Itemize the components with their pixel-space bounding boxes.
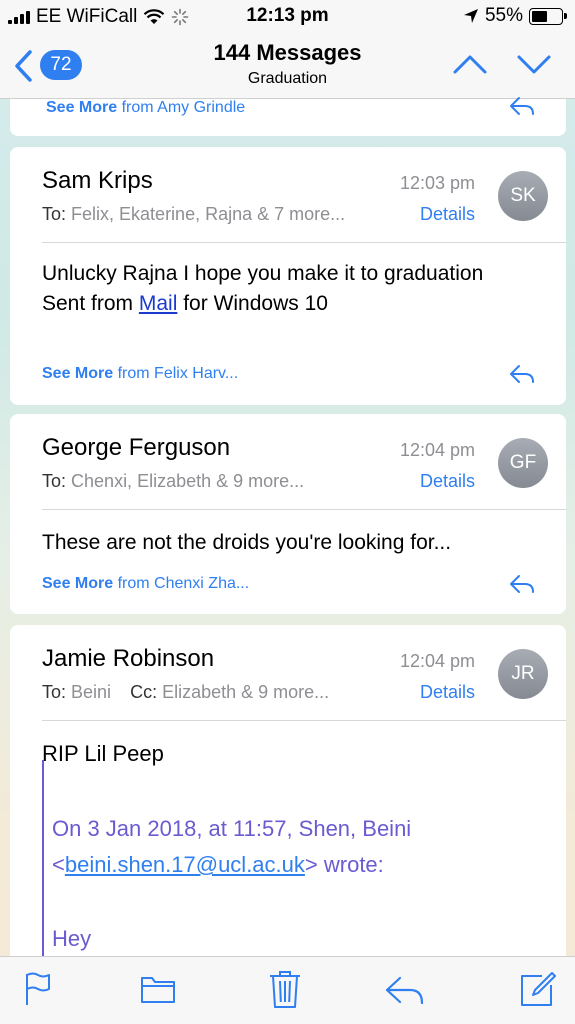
message-card[interactable]: See More from Amy Grindle bbox=[10, 97, 566, 136]
see-more-link[interactable]: See More from Amy Grindle bbox=[46, 99, 245, 117]
reply-icon[interactable] bbox=[384, 975, 426, 1005]
message-body: Unlucky Rajna I hope you make it to grad… bbox=[42, 262, 484, 315]
message-body: These are not the droids you're looking … bbox=[42, 531, 452, 554]
battery-percent: 55% bbox=[484, 5, 523, 26]
message-time: 12:03 pm bbox=[399, 173, 475, 193]
compose-icon[interactable] bbox=[518, 971, 556, 1009]
sender-name: George Ferguson bbox=[42, 434, 231, 461]
message-card[interactable]: George Ferguson 12:04 pm GF To: Chenxi, … bbox=[10, 414, 566, 614]
message-time: 12:04 pm bbox=[399, 440, 475, 460]
message-card[interactable]: Jamie Robinson 12:04 pm JR To: Beini Cc:… bbox=[10, 625, 566, 965]
location-arrow-icon bbox=[463, 9, 478, 23]
battery-icon bbox=[529, 7, 567, 25]
sender-name: Jamie Robinson bbox=[42, 645, 215, 672]
recipients-line: To: Beini Cc: Elizabeth & 9 more... bbox=[42, 682, 330, 702]
nav-title: 144 Messages bbox=[213, 40, 362, 65]
avatar[interactable]: SK bbox=[498, 171, 548, 221]
see-more-link[interactable]: See More from Felix Harv... bbox=[42, 365, 238, 383]
next-message-chevron-icon[interactable] bbox=[516, 52, 552, 76]
quote-bar bbox=[42, 760, 44, 960]
email-link[interactable]: beini.shen.17@ucl.ac.uk bbox=[65, 852, 305, 877]
see-more-link[interactable]: See More from Chenxi Zha... bbox=[42, 575, 249, 593]
quoted-text: On 3 Jan 2018, at 11:57, Shen, Beini <be… bbox=[52, 816, 412, 951]
reply-icon[interactable] bbox=[508, 363, 536, 385]
header-divider bbox=[42, 720, 566, 721]
flag-icon[interactable] bbox=[24, 971, 52, 1007]
nav-subtitle: Graduation bbox=[247, 70, 328, 87]
message-time: 12:04 pm bbox=[399, 651, 475, 671]
trash-icon[interactable] bbox=[268, 969, 302, 1009]
status-bar: EE WiFiCall 12:13 pm 55% bbox=[0, 0, 575, 32]
avatar[interactable]: GF bbox=[498, 438, 548, 488]
status-right: 55% bbox=[463, 5, 567, 27]
message-card[interactable]: Sam Krips 12:03 pm SK To: Felix, Ekateri… bbox=[10, 147, 566, 405]
reply-icon[interactable] bbox=[508, 573, 536, 595]
battery-fill bbox=[532, 10, 548, 22]
recipients-line: To: Chenxi, Elizabeth & 9 more... bbox=[42, 471, 305, 491]
message-body: RIP Lil Peep bbox=[42, 741, 164, 766]
avatar[interactable]: JR bbox=[498, 649, 548, 699]
folder-icon[interactable] bbox=[140, 975, 176, 1005]
reply-icon[interactable] bbox=[508, 95, 536, 117]
header-divider bbox=[42, 242, 566, 243]
sender-name: Sam Krips bbox=[42, 167, 153, 194]
details-link[interactable]: Details bbox=[420, 471, 475, 492]
recipients-line: To: Felix, Ekaterine, Rajna & 7 more... bbox=[42, 204, 346, 224]
header-divider bbox=[42, 509, 566, 510]
mail-link[interactable]: Mail bbox=[139, 292, 178, 315]
nav-bar: 72 144 Messages Graduation bbox=[0, 32, 575, 99]
previous-message-chevron-icon[interactable] bbox=[452, 52, 488, 76]
details-link[interactable]: Details bbox=[420, 682, 475, 703]
details-link[interactable]: Details bbox=[420, 204, 475, 225]
bottom-toolbar bbox=[0, 956, 575, 1024]
